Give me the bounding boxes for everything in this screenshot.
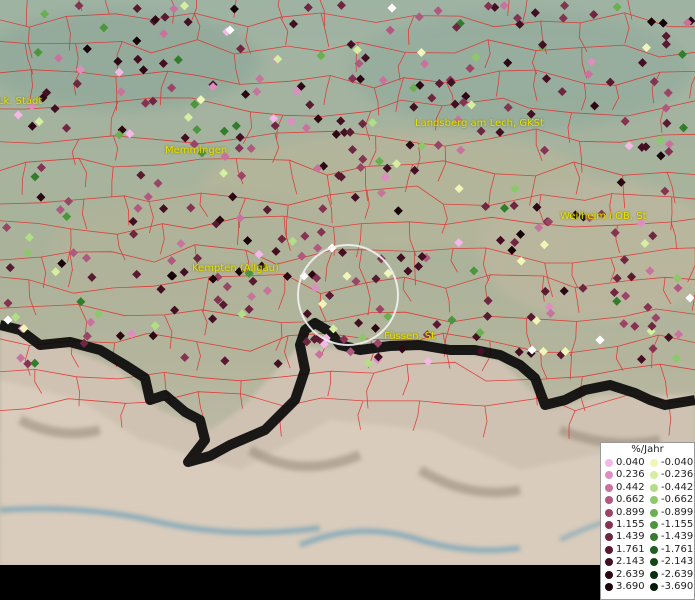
legend-row-positive: 0.899 [603,507,649,519]
legend-swatch [605,558,613,567]
legend-value: 2.143 [616,556,645,568]
legend-swatch [605,533,613,542]
bottom-bar [0,565,600,600]
legend-swatch [650,533,658,542]
legend-row-negative: -1.155 [648,519,694,531]
legend-row-negative: -2.639 [648,569,694,581]
legend-swatch [650,558,658,567]
place-label-weilheim: Weilheim i.OB, St [560,211,647,222]
legend-swatch [650,521,658,529]
legend-swatch [650,545,658,554]
legend-row-negative: -1.761 [648,544,694,556]
legend-swatch [605,521,613,529]
legend-row-positive: 1.155 [603,519,649,531]
legend-row-positive: 0.442 [603,482,649,494]
legend-value: 0.442 [616,481,645,493]
legend-value: -2.639 [661,568,694,580]
legend-swatch [650,496,658,505]
legend-title: %/Jahr [631,444,664,455]
legend-value: 1.439 [616,531,645,543]
legend-value: 0.040 [616,457,645,468]
legend-value: 0.662 [616,494,645,506]
legend-row-negative: -0.236 [648,469,694,481]
legend-value: -3.690 [661,581,694,592]
legend-value: -0.899 [661,506,694,518]
legend-value: 0.236 [616,469,645,481]
legend-swatch [605,508,613,517]
legend-swatch [605,583,613,591]
legend-value: 1.155 [616,519,645,530]
legend-swatch [650,483,658,492]
legend-row-negative: -2.143 [648,556,694,568]
legend-row-negative: -0.899 [648,507,694,519]
legend-value: 2.639 [616,568,645,580]
legend-row-negative: -0.442 [648,482,694,494]
legend-value: -1.155 [661,519,694,530]
map-canvas[interactable] [0,0,695,565]
legend-value: -0.236 [661,469,694,481]
place-label-landsberg: Landsberg am Lech, GKSt [415,118,544,129]
legend-row-positive: 2.639 [603,569,649,581]
legend-swatch [650,570,658,579]
legend-value: -2.143 [661,556,694,568]
legend-swatch [605,570,613,579]
legend-swatch [650,583,658,591]
legend-value: -1.439 [661,531,694,543]
place-label-memmingen: Memmingen [165,145,228,156]
legend-swatch [605,471,613,480]
legend-value: -1.761 [661,543,694,555]
legend-row-positive: 0.236 [603,469,649,481]
legend-row-negative: -0.662 [648,494,694,506]
place-label-kempten: Kempten (Allgäu) [192,263,279,274]
legend-row-negative: -0.040 [648,457,694,469]
legend-swatch [605,459,613,467]
legend-row-negative: -3.690 [648,581,694,593]
legend-swatch [605,545,613,554]
legend-value: 3.690 [616,581,645,592]
place-label-fuessen: Füssen, St [384,331,436,342]
legend-swatch [650,508,658,517]
legend-swatch [650,471,658,480]
legend-value: -0.662 [661,494,694,506]
legend-value: 1.761 [616,543,645,555]
place-label-stadt: (Lk. Stadt [0,96,43,107]
legend-row-negative: -1.439 [648,531,694,543]
legend-value: -0.040 [661,457,694,468]
legend-swatch [605,483,613,492]
legend-row-positive: 2.143 [603,556,649,568]
legend-value: 0.899 [616,506,645,518]
legend-row-positive: 0.040 [603,457,649,469]
legend-swatch [650,459,658,467]
legend-row-positive: 1.761 [603,544,649,556]
map-view[interactable]: (Lk. Stadt Memmingen Landsberg am Lech, … [0,0,695,565]
legend-row-positive: 3.690 [603,581,649,593]
legend-row-positive: 0.662 [603,494,649,506]
legend-row-positive: 1.439 [603,531,649,543]
legend-value: -0.442 [661,481,694,493]
legend: %/Jahr 0.040 0.236 0.442 0.662 0.899 1.155 1.4… [600,442,695,600]
legend-swatch [605,496,613,505]
